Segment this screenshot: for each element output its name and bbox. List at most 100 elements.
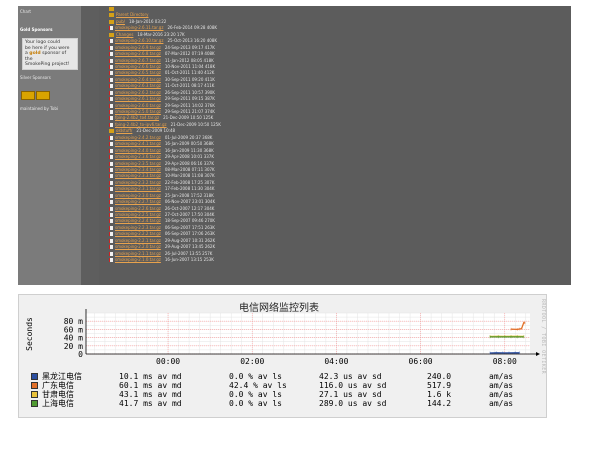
file-link[interactable]: smokeping-2.6.2.tar.gz (115, 90, 161, 95)
file-link[interactable]: smokeping-2.3.2.tar.gz (115, 180, 161, 185)
file-icon (109, 232, 113, 237)
gold-box-line: SmokePing project! (25, 62, 70, 68)
file-link[interactable]: smokeping-2.3.5.tar.gz (115, 161, 161, 166)
series-point (523, 335, 525, 339)
legend-swatch (31, 382, 38, 389)
file-icon (109, 219, 113, 224)
file-icon (109, 167, 113, 172)
legend-sd: 42.3 us av sd (319, 372, 382, 381)
sponsor-logo-icon[interactable] (36, 91, 50, 100)
legend-row: 黑龙江电信 10.1 ms av md 0.0 % av ls 42.3 us av … (29, 372, 544, 381)
file-listing-area: Parent Directory pub/18-Jan-2016 03:22 smo… (99, 6, 571, 285)
file-date: 10-Mar-2008 11:08 307K (164, 173, 215, 179)
file-date: 06-Sep-2007 17:06 263K (164, 231, 215, 237)
file-link[interactable]: smokeping-2.2.0.tar.gz (115, 244, 161, 249)
sidebar-footer-text: maintained by Tobi (20, 106, 58, 111)
legend-name: 上海电信 (42, 399, 74, 408)
file-link[interactable]: smokeping-2.3.0.tar.gz (115, 193, 161, 198)
file-date: 26-Jul-2007 13:55 257K (164, 250, 213, 256)
graph-legend: 黑龙江电信 10.1 ms av md 0.0 % av ls 42.3 us av … (29, 372, 544, 408)
file-link[interactable]: smokeping-2.2.6.tar.gz (115, 206, 161, 211)
file-link[interactable]: smokeping-2.6.11.tar.gz (115, 25, 163, 30)
y-tick-label: 0 (78, 350, 83, 359)
file-link[interactable]: smokeping-2.2.3.tar.gz (115, 225, 161, 230)
file-link[interactable]: smokeping-2.6.1.tar.gz (115, 96, 161, 101)
legend-ratio: 517.9 (427, 381, 452, 390)
file-date: 18-Sep-2007 09:46 270K (164, 218, 215, 224)
gold-sponsors-heading: Gold Sponsors (20, 27, 53, 32)
file-date: 11-Oct-2011 08:17 411K (164, 83, 215, 89)
file-link[interactable]: smokeping-2.1.1.tar.gz (115, 251, 161, 256)
file-date: 06-Sep-2007 17:51 263K (164, 224, 215, 230)
file-link[interactable]: Parent Directory (116, 12, 149, 17)
file-link[interactable]: smokeping-2.6.8.tar.gz (115, 51, 161, 56)
series-point (510, 335, 512, 339)
file-icon (109, 135, 113, 140)
file-row[interactable]: smokeping-2.1.0.tar.gz 16-Jun-2007 13:15 … (109, 257, 309, 263)
file-date: 29-Aug-2007 10:31 262K (164, 237, 216, 243)
gold-box-highlight: gold (29, 51, 41, 57)
file-link[interactable]: smokeping-2.3.4.tar.gz (115, 167, 161, 172)
file-date: 01-Jul-2009 20:37 368K (164, 134, 213, 140)
file-link[interactable]: smokeping-2.5.0.tar.gz (115, 109, 161, 114)
file-icon (109, 206, 113, 211)
file-date: 18-Jan-2016 03:22 (128, 18, 167, 24)
file-link[interactable]: smokeping-2.3.6.tar.gz (115, 154, 161, 159)
file-link[interactable]: smokeping-2.6.7.tar.gz (115, 58, 161, 63)
file-link[interactable]: smokeping-2.6.4.tar.gz (115, 77, 161, 82)
file-link[interactable]: Changes (116, 32, 133, 37)
sidebar-top-text: Chart (20, 9, 31, 14)
sponsor-logo-icon[interactable] (21, 91, 35, 100)
file-date: 29-Aug-2007 13:45 262K (164, 244, 216, 250)
file-link[interactable]: smokeping-2.2.2.tar.gz (115, 231, 161, 236)
series-point (523, 321, 525, 325)
legend-swatch (31, 373, 38, 380)
series-point (497, 335, 500, 339)
file-link[interactable]: smokeping-2.2.7.tar.gz (115, 199, 161, 204)
file-date: 29-Sep-2011 21:07 374K (164, 109, 215, 114)
y-tick-label: 20 m (64, 342, 83, 351)
file-date: 29-Apr-2008 10:01 337K (164, 154, 214, 160)
file-link[interactable]: smokeping-2.2.1.tar.gz (115, 238, 161, 243)
file-link[interactable]: smokeping-2.2.5.tar.gz (115, 212, 161, 217)
file-icon (109, 161, 113, 166)
graph-title: 电信网络监控列表 (239, 303, 319, 314)
legend-avg: 60.1 ms av md (119, 381, 182, 390)
file-link[interactable]: oldstuff/ (116, 128, 132, 133)
file-date: 26-Sep-2011 10:57 390K (164, 89, 215, 95)
file-link[interactable]: smokeping-2.3.3.tar.gz (115, 173, 161, 178)
file-link[interactable]: smokeping-2.6.6.tar.gz (115, 64, 161, 69)
file-link[interactable]: smokeping-2.6.9.tar.gz (115, 45, 161, 50)
legend-sd: 289.0 us av sd (319, 399, 387, 408)
file-link[interactable]: smokeping-2.6.0.tar.gz (115, 103, 161, 108)
file-link[interactable]: fping-2.4b2_to4.tar.gz (115, 115, 159, 120)
gold-box-line: a (25, 51, 28, 57)
file-date: 27-Oct-2007 17:50 304K (164, 212, 215, 217)
file-date: 29-Sep-2011 14:02 376K (164, 102, 215, 108)
legend-loss: 42.4 % av ls (229, 381, 287, 390)
series-point (524, 321, 526, 325)
file-link[interactable]: smokeping-2.2.4.tar.gz (115, 218, 161, 223)
file-link[interactable]: smokeping-2.4.0.tar.gz (115, 148, 161, 153)
series-point (516, 335, 518, 339)
x-tick-label: 04:00 (324, 357, 348, 366)
file-icon (109, 52, 113, 57)
file-date: 16-Jun-2007 13:15 253K (164, 257, 214, 263)
file-link[interactable]: smokeping-2.6.3.tar.gz (115, 83, 161, 88)
file-link[interactable]: smokeping-2.4.2.tar.gz (115, 135, 161, 140)
file-date: 24-Sep-2013 09:17 417K (164, 44, 215, 50)
y-axis-label: Seconds (25, 317, 34, 351)
file-link[interactable]: smokeping-2.1.0.tar.gz (115, 257, 161, 262)
legend-loss: 0.0 % av ls (229, 399, 282, 408)
file-date: 17-Feb-2008 11:30 304K (164, 186, 215, 192)
file-link[interactable]: smokeping-2.6.5.tar.gz (115, 70, 161, 75)
legend-swatch (31, 400, 38, 407)
file-icon (109, 174, 113, 179)
file-link[interactable]: smokeping-2.3.1.tar.gz (115, 186, 161, 191)
file-link[interactable]: smokeping-2.6.10.tar.gz (115, 38, 163, 43)
file-link[interactable]: pub/ (116, 19, 125, 24)
file-link[interactable]: smokeping-2.4.1.tar.gz (115, 141, 161, 146)
gold-sponsor-box[interactable]: Your logo could be here if you were a go… (22, 38, 78, 70)
file-link[interactable]: fping-2.4b2_to-ipv6.tar.gz (115, 122, 167, 127)
file-icon (109, 238, 113, 243)
